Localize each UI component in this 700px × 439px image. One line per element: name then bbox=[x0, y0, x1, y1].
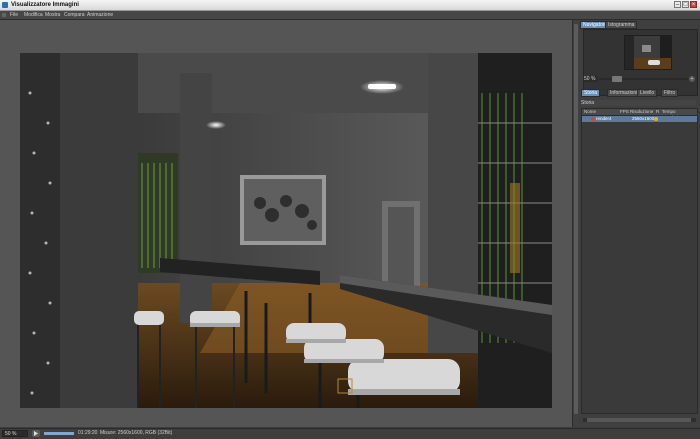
menu-animazione[interactable]: Animazione bbox=[87, 12, 113, 18]
panel-horizontal-scrollbar[interactable] bbox=[583, 418, 696, 422]
menu-mostra[interactable]: Mostra bbox=[45, 12, 60, 18]
column-r[interactable]: R bbox=[656, 109, 659, 115]
panel-scroll-thumb[interactable] bbox=[587, 418, 691, 422]
column-fps[interactable]: FPS bbox=[620, 109, 629, 115]
navigator-preview[interactable] bbox=[583, 29, 698, 96]
history-title: Storia bbox=[581, 100, 696, 106]
history-row[interactable]: render4 2560x1600 bbox=[582, 116, 697, 122]
image-viewport[interactable] bbox=[0, 20, 572, 427]
play-icon bbox=[34, 431, 38, 436]
zoom-in-button[interactable]: + bbox=[689, 76, 695, 82]
render-progress bbox=[44, 432, 74, 435]
menu-file[interactable]: File bbox=[10, 12, 18, 18]
render-progress-fill bbox=[44, 432, 74, 435]
image-info: Misure: 2560x1600, RGB (32Bit) bbox=[100, 430, 173, 436]
zoom-slider-knob[interactable] bbox=[612, 76, 622, 82]
rendered-image bbox=[20, 53, 552, 408]
history-table: Nome FPS Risoluzione R Tempo Rendering r… bbox=[581, 108, 698, 414]
column-nome[interactable]: Nome bbox=[584, 109, 596, 115]
navigator-thumbnail[interactable] bbox=[624, 35, 672, 70]
maximize-button[interactable]: □ bbox=[682, 1, 689, 8]
status-bar: 50 % 01:29:20 Misure: 2560x1600, RGB (32… bbox=[0, 428, 700, 439]
tab-livello[interactable]: Livello bbox=[637, 89, 658, 97]
menu-modifica[interactable]: Modifica bbox=[24, 12, 43, 18]
menu-compara[interactable]: Compara bbox=[64, 12, 85, 18]
app-icon bbox=[2, 2, 8, 8]
tab-filtro[interactable]: Filtro bbox=[661, 89, 679, 97]
render-time: 01:29:20 bbox=[78, 430, 98, 436]
menu-bar: File Modifica Mostra Compara Animazione bbox=[0, 11, 700, 20]
star-icon bbox=[654, 117, 658, 121]
window-title: Visualizzatore Immagini bbox=[11, 2, 79, 8]
zoom-field[interactable]: 50 % bbox=[2, 430, 28, 437]
scroll-thumb[interactable] bbox=[574, 24, 578, 414]
tab-istogramma[interactable]: Istogramma bbox=[605, 21, 638, 29]
menu-grip-icon bbox=[2, 13, 6, 17]
render-status-icon bbox=[591, 117, 595, 121]
right-panel: Navigatore Istogramma 50 % + Storia Info… bbox=[579, 20, 700, 427]
history-row-resolution: 2560x1600 bbox=[632, 116, 655, 121]
navigator-zoom: 50 % + bbox=[583, 76, 696, 83]
column-risoluzione[interactable]: Risoluzione bbox=[630, 109, 653, 115]
play-button[interactable] bbox=[32, 430, 40, 437]
tab-storia[interactable]: Storia bbox=[581, 89, 601, 97]
title-bar: Visualizzatore Immagini – □ × bbox=[0, 0, 700, 11]
vertical-scrollbar[interactable] bbox=[572, 20, 579, 427]
history-row-name: render4 bbox=[596, 116, 612, 121]
history-table-header: Nome FPS Risoluzione R Tempo Rendering bbox=[582, 109, 697, 120]
minimize-button[interactable]: – bbox=[674, 1, 681, 8]
column-tempo-rendering[interactable]: Tempo Rendering bbox=[662, 109, 697, 120]
navigator-zoom-value[interactable]: 50 % bbox=[583, 76, 598, 82]
tab-informazioni[interactable]: Informazioni bbox=[607, 89, 641, 97]
close-button[interactable]: × bbox=[690, 1, 697, 8]
